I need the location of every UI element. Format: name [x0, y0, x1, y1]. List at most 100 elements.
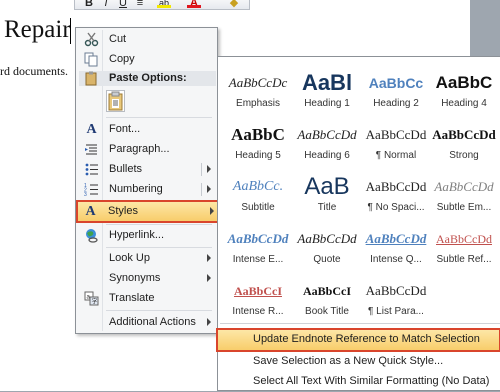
style-emphasis[interactable]: AaBbCcDc Emphasis: [224, 67, 292, 115]
style-subtle-reference[interactable]: AaBbCcDd Subtle Ref...: [430, 223, 498, 271]
style-name: Intense R...: [232, 306, 284, 317]
style-name: Quote: [313, 254, 341, 265]
style-normal[interactable]: AaBbCcDd ¶ Normal: [362, 119, 430, 167]
paste-keep-text-only-button[interactable]: [106, 90, 125, 112]
save-selection-quick-style-action[interactable]: Save Selection as a New Quick Style...: [218, 352, 500, 372]
synonyms-menu-item[interactable]: Synonyms: [79, 269, 214, 288]
paragraph-label: Paragraph...: [109, 143, 170, 155]
style-no-spacing[interactable]: AaBbCcDd ¶ No Spaci...: [362, 171, 430, 219]
style-quote[interactable]: AaBbCcDd Quote: [293, 223, 361, 271]
menu-separator: [106, 224, 212, 225]
italic-icon[interactable]: I: [99, 0, 113, 9]
numbering-label: Numbering: [109, 183, 163, 195]
gallery-separator: [220, 323, 500, 324]
mini-toolbar: B I U ≡ ab A ◆: [74, 0, 250, 10]
menu-separator: [106, 247, 212, 248]
paste-options-label: Paste Options:: [109, 72, 187, 84]
copy-icon: [84, 52, 99, 67]
style-title[interactable]: AaB Title: [293, 171, 361, 219]
chevron-right-icon: [207, 318, 211, 326]
style-subtle-emphasis[interactable]: AaBbCcDd Subtle Em...: [430, 171, 498, 219]
style-name: Heading 5: [235, 150, 281, 161]
font-icon: A: [86, 122, 97, 137]
style-preview: AaBbC: [435, 73, 493, 92]
style-name: ¶ No Spaci...: [367, 202, 425, 213]
style-intense-reference[interactable]: AaBbCcI Intense R...: [224, 275, 292, 323]
copy-label: Copy: [109, 53, 135, 65]
styles-gallery: AaBbCcDc Emphasis AaBl Heading 1 AaBbCc …: [216, 56, 500, 392]
style-name: Title: [317, 202, 337, 213]
font-label: Font...: [109, 123, 141, 135]
look-up-menu-item[interactable]: Look Up: [79, 249, 214, 268]
style-preview: AaBbCcDd: [365, 179, 427, 194]
cut-menu-item[interactable]: Cut: [79, 30, 214, 49]
style-preview: AaBbCcDd: [432, 127, 496, 142]
paragraph-menu-item[interactable]: Paragraph...: [79, 140, 214, 159]
style-name: Heading 1: [304, 98, 350, 109]
style-preview: AaBbCcDd: [365, 231, 427, 246]
style-preview: AaBbCcI: [233, 284, 282, 298]
menu-separator: [106, 310, 212, 311]
font-color-swatch: [187, 5, 201, 8]
format-painter-icon[interactable]: ◆: [227, 0, 241, 9]
translate-menu-item[interactable]: a字 Translate: [79, 289, 214, 308]
style-name: Intense Q...: [370, 254, 422, 265]
menu-separator: [106, 117, 212, 118]
style-name: Strong: [449, 150, 479, 161]
svg-text:字: 字: [92, 298, 98, 306]
style-heading-4[interactable]: AaBbC Heading 4: [430, 67, 498, 115]
copy-menu-item[interactable]: Copy: [79, 50, 214, 69]
style-book-title[interactable]: AaBbCcI Book Title: [293, 275, 361, 323]
split-divider: [201, 163, 202, 176]
style-intense-emphasis[interactable]: AaBbCcDd Intense E...: [224, 223, 292, 271]
hyperlink-menu-item[interactable]: Hyperlink...: [79, 226, 214, 245]
style-heading-1[interactable]: AaBl Heading 1: [293, 67, 361, 115]
style-heading-5[interactable]: AaBbC Heading 5: [224, 119, 292, 167]
style-name: Intense E...: [232, 254, 284, 265]
bullets-menu-item[interactable]: Bullets: [79, 160, 214, 179]
style-preview: AaBbCc: [368, 75, 424, 91]
chevron-right-icon: [207, 274, 211, 282]
style-preview: AaBbCcI: [302, 284, 351, 298]
cut-label: Cut: [109, 33, 127, 45]
chevron-right-icon: [210, 207, 214, 215]
style-name: Emphasis: [236, 98, 280, 109]
style-name: Heading 4: [441, 98, 487, 109]
style-preview: AaBbC: [231, 125, 285, 144]
style-preview: AaBbCc.: [232, 179, 284, 194]
style-preview: AaBl: [301, 70, 353, 95]
style-intense-quote[interactable]: AaBbCcDd Intense Q...: [362, 223, 430, 271]
numbering-menu-item[interactable]: 123 Numbering: [79, 180, 214, 199]
style-preview: AaBbCcDd: [434, 179, 494, 194]
style-preview: AaBbCcDd: [365, 127, 427, 142]
style-name: ¶ Normal: [375, 150, 417, 161]
save-selection-label: Save Selection as a New Quick Style...: [253, 355, 444, 367]
style-heading-2[interactable]: AaBbCc Heading 2: [362, 67, 430, 115]
style-name: Book Title: [305, 306, 349, 317]
style-preview: AaBbCcDd: [297, 127, 357, 142]
update-endnote-reference-action[interactable]: Update Endnote Reference to Match Select…: [216, 328, 500, 352]
paste-icon: [84, 71, 99, 89]
font-menu-item[interactable]: A Font...: [79, 120, 214, 139]
bold-icon[interactable]: B: [82, 0, 96, 9]
split-divider: [201, 183, 202, 196]
clipboard-icon: [108, 91, 123, 111]
chevron-right-icon[interactable]: [207, 185, 211, 193]
chevron-right-icon[interactable]: [207, 165, 211, 173]
style-strong[interactable]: AaBbCcDd Strong: [430, 119, 498, 167]
document-heading: Repair: [4, 16, 71, 43]
style-heading-6[interactable]: AaBbCcDd Heading 6: [293, 119, 361, 167]
style-name: Subtle Em...: [436, 202, 492, 213]
style-list-paragraph[interactable]: AaBbCcDd ¶ List Para...: [362, 275, 430, 323]
select-similar-formatting-action[interactable]: Select All Text With Similar Formatting …: [218, 372, 500, 392]
look-up-label: Look Up: [109, 252, 150, 264]
highlight-color-swatch: [157, 5, 171, 8]
style-subtitle[interactable]: AaBbCc. Subtitle: [224, 171, 292, 219]
center-align-icon[interactable]: ≡: [133, 0, 147, 9]
additional-actions-menu-item[interactable]: Additional Actions: [79, 313, 214, 332]
style-name: Heading 2: [373, 98, 419, 109]
underline-icon[interactable]: U: [116, 0, 130, 9]
translate-label: Translate: [109, 292, 155, 304]
paragraph-icon: [84, 142, 99, 157]
styles-menu-item[interactable]: A Styles: [76, 200, 219, 223]
